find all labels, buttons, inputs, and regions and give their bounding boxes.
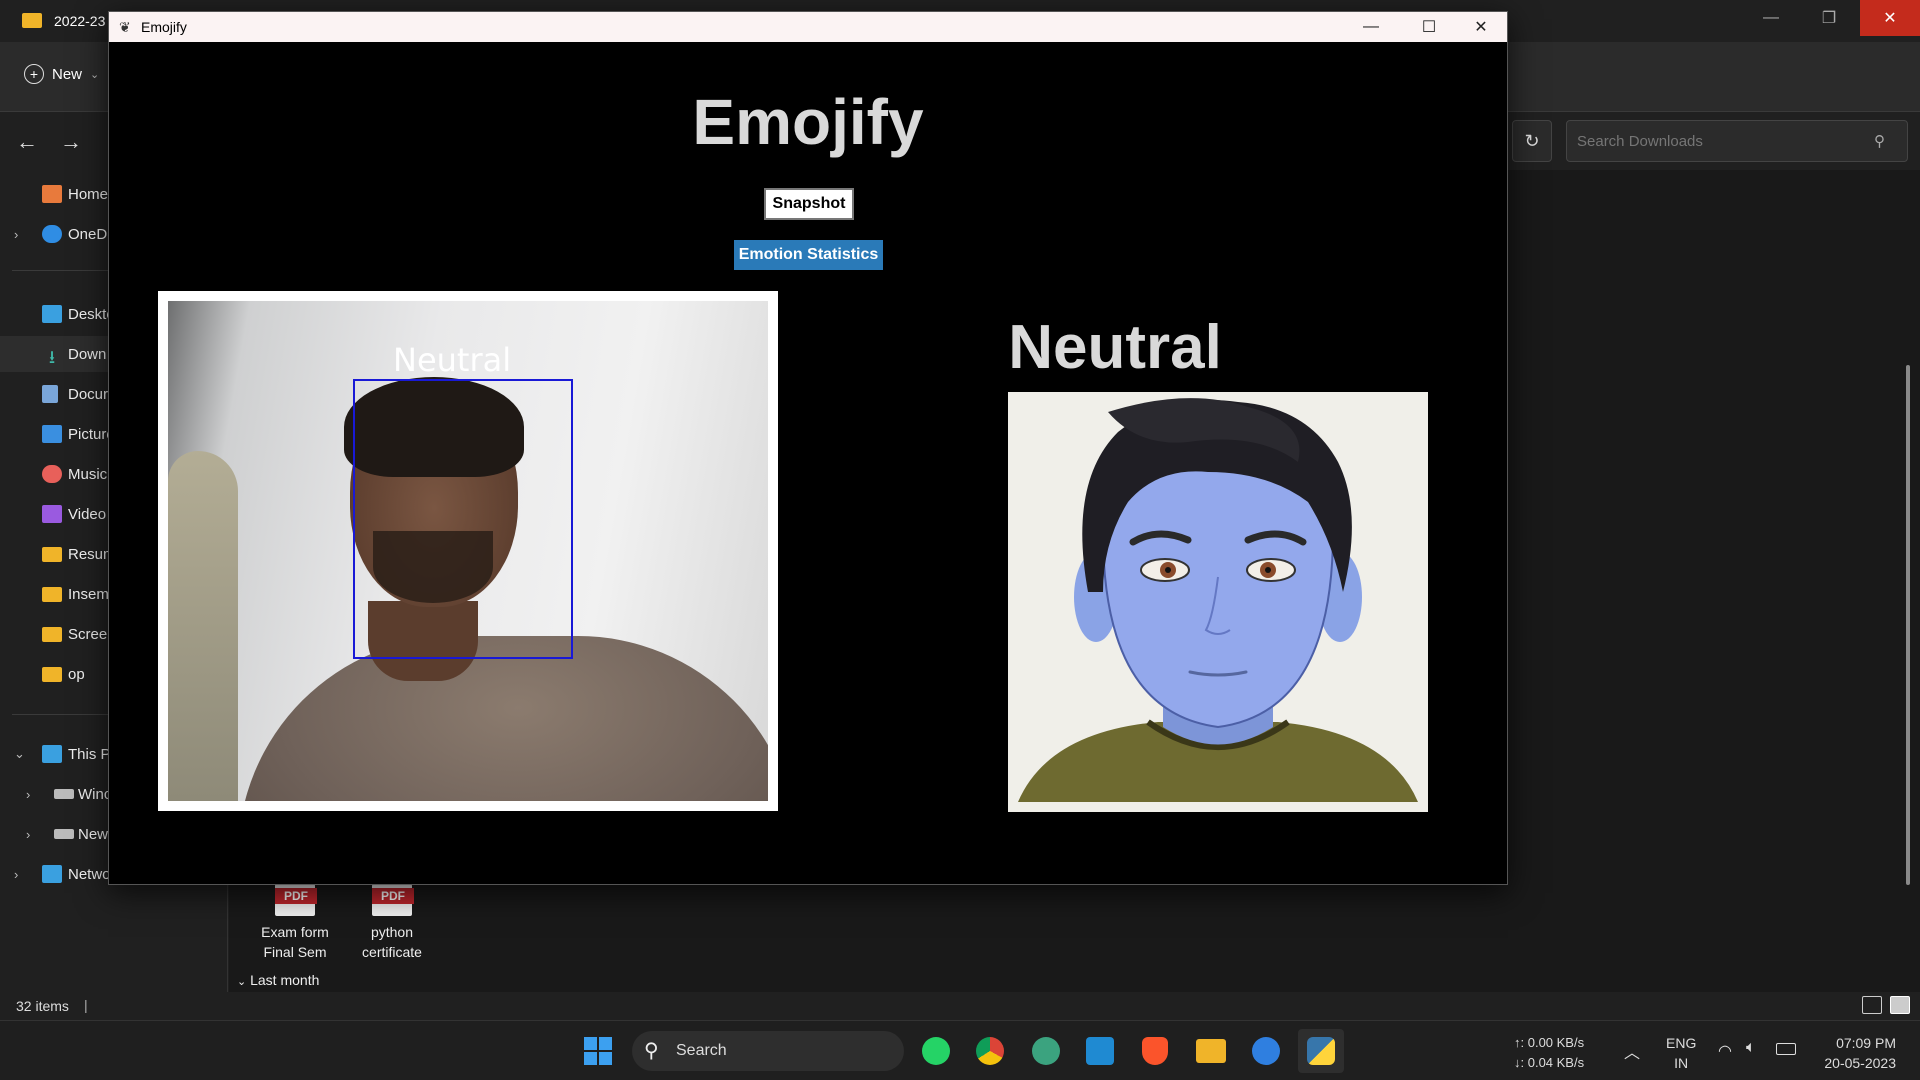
detected-emotion-label: Neutral xyxy=(393,341,512,379)
search-icon: ⚲ xyxy=(1874,133,1885,150)
emojify-window: ❦ Emojify — ☐ ✕ Emojify Snapshot Emotion… xyxy=(108,11,1508,885)
volume-icon[interactable]: 🔈︎ xyxy=(1746,1039,1756,1057)
start-button[interactable] xyxy=(584,1037,612,1065)
webcam-panel: Neutral xyxy=(158,291,778,811)
emojify-titlebar: ❦ Emojify — ☐ ✕ xyxy=(109,12,1507,42)
folder-icon xyxy=(42,666,62,682)
folder-icon xyxy=(42,586,62,602)
explorer-title: 2022-23 xyxy=(54,13,106,29)
pdf-icon: PDF xyxy=(275,884,317,916)
folder-icon xyxy=(42,546,62,562)
emotion-heading: Neutral xyxy=(1008,313,1222,382)
status-separator: | xyxy=(84,997,88,1013)
file-exam-form[interactable]: PDF Exam form Final Sem xyxy=(245,884,345,962)
file-explorer-icon[interactable] xyxy=(1196,1039,1226,1063)
chevron-right-icon[interactable]: › xyxy=(26,787,30,802)
minimize-icon[interactable]: — xyxy=(1342,12,1400,42)
computer-icon xyxy=(42,745,62,763)
feather-icon: ❦ xyxy=(119,19,131,35)
brave-icon[interactable] xyxy=(1142,1037,1168,1065)
webcam-feed: Neutral xyxy=(168,301,768,801)
folder-icon xyxy=(42,626,62,642)
neutral-avatar-image xyxy=(1018,398,1418,802)
folder-icon xyxy=(22,13,42,28)
music-icon xyxy=(42,465,62,483)
face-detection-box xyxy=(353,379,573,659)
chevron-down-icon: ⌄ xyxy=(237,976,247,988)
network-icon xyxy=(42,865,62,883)
whatsapp-icon[interactable] xyxy=(922,1037,950,1065)
minimize-icon[interactable]: — xyxy=(1748,0,1794,36)
home-icon xyxy=(42,185,62,203)
desktop-icon xyxy=(42,305,62,323)
restore-icon[interactable]: ❐ xyxy=(1806,0,1852,36)
picture-icon xyxy=(42,425,62,443)
video-icon xyxy=(42,505,62,523)
item-count: 32 items xyxy=(16,998,69,1014)
headphones-icon[interactable] xyxy=(1252,1037,1280,1065)
wifi-icon[interactable]: ◠ xyxy=(1718,1041,1732,1061)
clock[interactable]: 07:09 PM 20-05-2023 xyxy=(1812,1033,1896,1073)
download-icon: ⭳ xyxy=(48,347,56,367)
back-arrow-icon[interactable]: ← xyxy=(16,129,38,155)
refresh-button[interactable]: ↻ xyxy=(1512,120,1552,162)
python-app-icon[interactable] xyxy=(1298,1029,1344,1073)
close-icon[interactable]: ✕ xyxy=(1452,12,1510,42)
group-header-last-month[interactable]: ⌄ Last month xyxy=(237,972,319,988)
file-python-certificate[interactable]: PDF python certificate xyxy=(342,884,442,962)
language-indicator[interactable]: ENG IN xyxy=(1666,1033,1696,1073)
chevron-down-icon[interactable]: ⌄ xyxy=(14,746,25,762)
chevron-right-icon[interactable]: › xyxy=(14,227,18,242)
tiles-view-icon[interactable] xyxy=(1890,996,1910,1014)
scrollbar[interactable] xyxy=(1906,365,1910,885)
taskbar: ⚲ Search ↑: 0.00 KB/s ↓: 0.04 KB/s ︿ ENG… xyxy=(0,1020,1920,1080)
document-icon xyxy=(42,385,58,403)
search-input[interactable] xyxy=(1566,120,1908,162)
network-speed: ↑: 0.00 KB/s ↓: 0.04 KB/s xyxy=(1514,1035,1585,1070)
pdf-icon: PDF xyxy=(372,884,414,916)
battery-icon[interactable] xyxy=(1776,1043,1796,1055)
vscode-icon[interactable] xyxy=(1086,1037,1114,1065)
details-view-icon[interactable] xyxy=(1862,996,1882,1014)
chevron-down-icon: ⌄ xyxy=(90,68,100,81)
status-bar: 32 items | xyxy=(0,992,1920,1020)
taskbar-search[interactable]: ⚲ Search xyxy=(632,1031,904,1071)
new-label: New xyxy=(52,65,83,83)
chevron-up-icon[interactable]: ︿ xyxy=(1624,1039,1640,1063)
drive-icon xyxy=(54,789,74,799)
close-icon[interactable]: ✕ xyxy=(1860,0,1920,36)
forward-arrow-icon[interactable]: → xyxy=(60,129,82,155)
snapshot-button[interactable]: Snapshot xyxy=(764,188,854,220)
emotion-statistics-button[interactable]: Emotion Statistics xyxy=(734,240,883,270)
app-heading: Emojify xyxy=(692,86,924,158)
chrome-icon[interactable] xyxy=(976,1037,1004,1065)
cloud-icon xyxy=(42,225,62,243)
search-icon: ⚲ xyxy=(644,1040,659,1062)
emoji-avatar-panel xyxy=(1008,392,1428,812)
chevron-right-icon[interactable]: › xyxy=(26,827,30,842)
drive-icon xyxy=(54,829,74,839)
maximize-icon[interactable]: ☐ xyxy=(1400,12,1458,42)
chatgpt-icon[interactable] xyxy=(1032,1037,1060,1065)
plus-icon: + xyxy=(24,64,44,84)
window-title: Emojify xyxy=(141,19,187,35)
chevron-right-icon[interactable]: › xyxy=(14,867,18,882)
new-button[interactable]: + New ⌄ xyxy=(24,64,99,84)
